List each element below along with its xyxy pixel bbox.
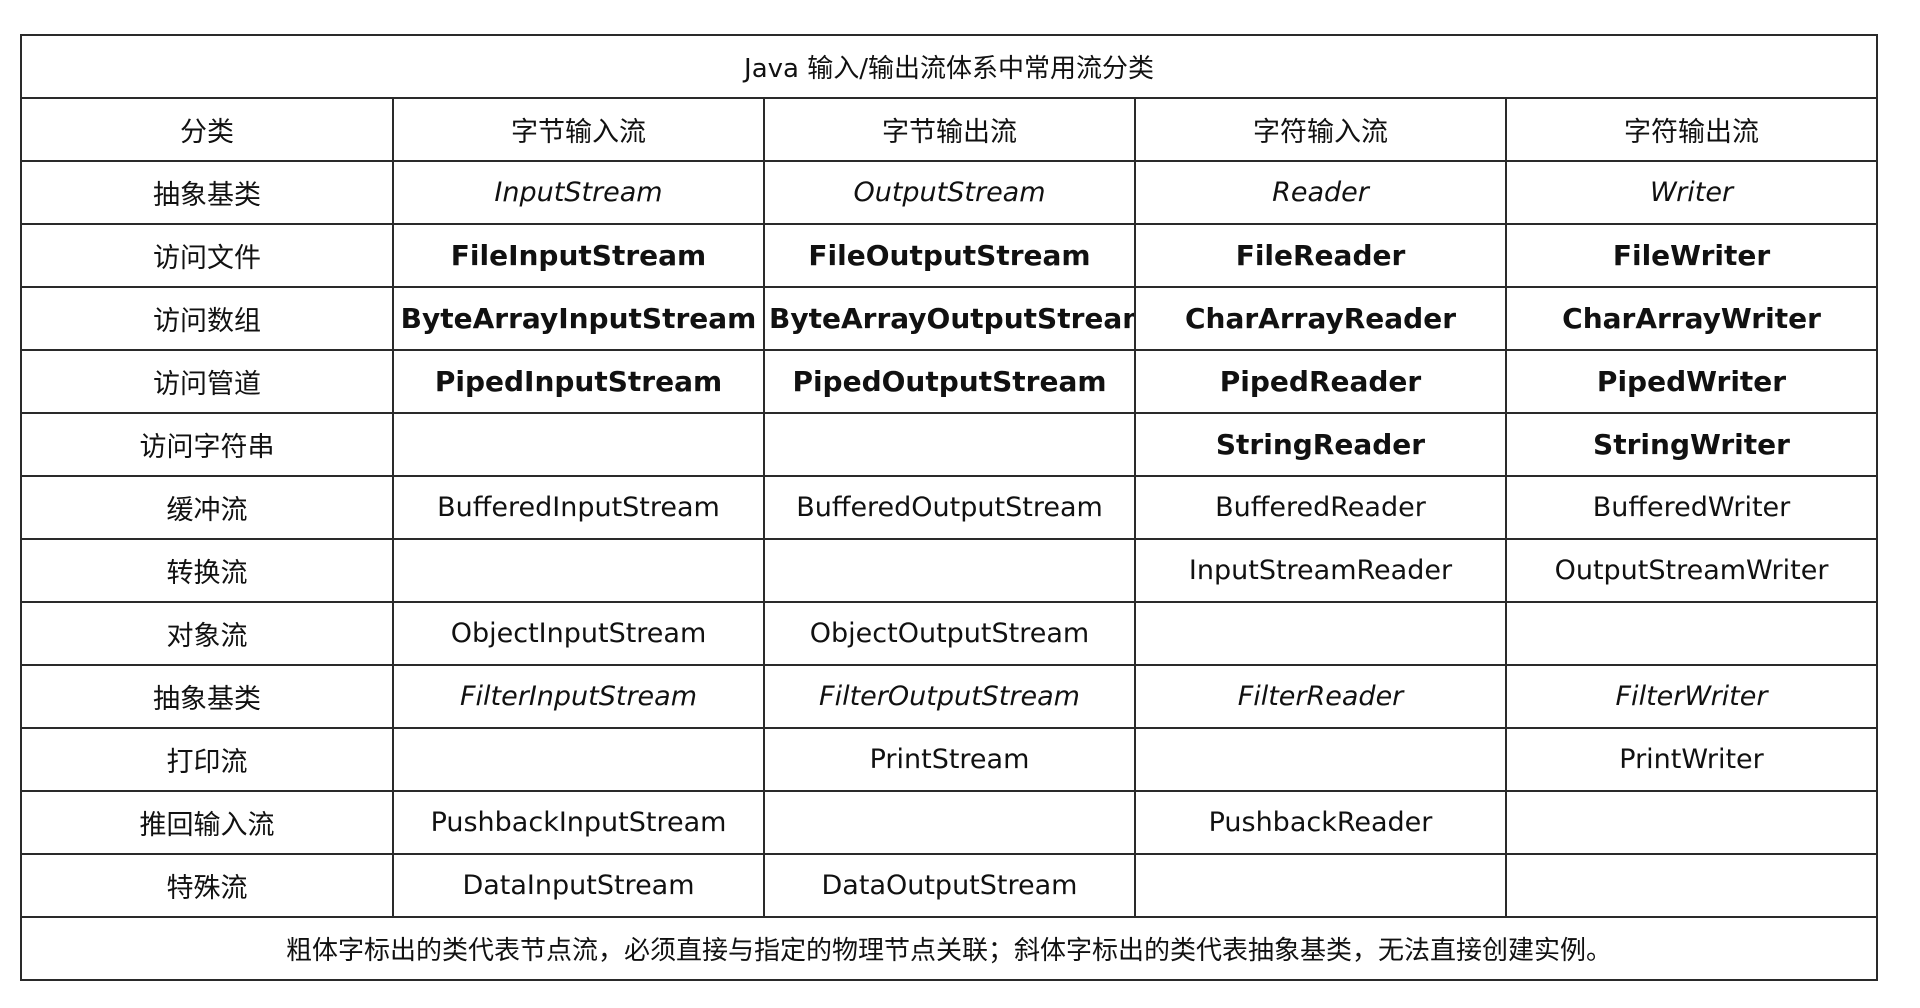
row-category-label: 抽象基类 bbox=[20, 664, 394, 729]
table-row: 访问字符串 StringReader StringWriter bbox=[20, 412, 1879, 477]
byte-output-cell: OutputStream bbox=[763, 160, 1136, 225]
char-input-cell: InputStreamReader bbox=[1134, 538, 1507, 603]
byte-input-cell: InputStream bbox=[392, 160, 765, 225]
byte-input-cell: PushbackInputStream bbox=[392, 790, 765, 855]
char-input-cell: PipedReader bbox=[1134, 349, 1507, 414]
byte-input-cell: FilterInputStream bbox=[392, 664, 765, 729]
char-output-cell: Writer bbox=[1504, 160, 1879, 225]
row-category-label: 缓冲流 bbox=[20, 475, 394, 540]
char-output-cell: FilterWriter bbox=[1504, 664, 1879, 729]
row-category-label: 访问数组 bbox=[20, 286, 394, 351]
char-output-cell: OutputStreamWriter bbox=[1504, 538, 1879, 603]
row-category-label: 访问字符串 bbox=[20, 412, 394, 477]
char-output-cell: FileWriter bbox=[1504, 223, 1879, 288]
char-output-cell: BufferedWriter bbox=[1504, 475, 1879, 540]
char-output-cell bbox=[1504, 790, 1879, 855]
byte-output-cell: FilterOutputStream bbox=[763, 664, 1136, 729]
byte-output-cell bbox=[763, 412, 1136, 477]
table-footnote: 粗体字标出的类代表节点流，必须直接与指定的物理节点关联；斜体字标出的类代表抽象基… bbox=[19, 916, 1879, 981]
header-category: 分类 bbox=[20, 97, 394, 162]
table-row: 对象流 ObjectInputStream ObjectOutputStream bbox=[20, 601, 1879, 666]
table-row: 访问数组 ByteArrayInputStream ByteArrayOutputS… bbox=[20, 286, 1879, 351]
char-input-cell: Reader bbox=[1134, 160, 1507, 225]
row-category-label: 特殊流 bbox=[20, 853, 394, 918]
char-input-cell: FilterReader bbox=[1134, 664, 1507, 729]
byte-input-cell: ObjectInputStream bbox=[392, 601, 765, 666]
char-output-cell: PrintWriter bbox=[1504, 727, 1879, 792]
char-input-cell: BufferedReader bbox=[1134, 475, 1507, 540]
char-input-cell: PushbackReader bbox=[1134, 790, 1507, 855]
char-input-cell bbox=[1134, 853, 1507, 918]
byte-output-cell: DataOutputStream bbox=[763, 853, 1136, 918]
table-row: 打印流 PrintStream PrintWriter bbox=[20, 727, 1879, 792]
table-row: 访问文件 FileInputStream FileOutputStream FileR… bbox=[20, 223, 1879, 288]
byte-input-cell bbox=[392, 727, 765, 792]
byte-output-cell bbox=[763, 790, 1136, 855]
row-category-label: 对象流 bbox=[20, 601, 394, 666]
char-input-cell: StringReader bbox=[1134, 412, 1507, 477]
table-row: 抽象基类 InputStream OutputStream Reader Writer bbox=[20, 160, 1879, 225]
byte-output-cell: BufferedOutputStream bbox=[763, 475, 1136, 540]
byte-output-cell: ByteArrayOutputStream bbox=[763, 286, 1136, 351]
byte-output-cell: PipedOutputStream bbox=[763, 349, 1136, 414]
table-title: Java 输入/输出流体系中常用流分类 bbox=[19, 34, 1879, 99]
byte-output-cell: PrintStream bbox=[763, 727, 1136, 792]
row-category-label: 抽象基类 bbox=[20, 160, 394, 225]
row-category-label: 推回输入流 bbox=[20, 790, 394, 855]
char-input-cell bbox=[1134, 727, 1507, 792]
byte-input-cell bbox=[392, 538, 765, 603]
byte-input-cell: ByteArrayInputStream bbox=[392, 286, 765, 351]
table-row: 推回输入流 PushbackInputStream PushbackReader bbox=[20, 790, 1879, 855]
byte-input-cell: BufferedInputStream bbox=[392, 475, 765, 540]
row-category-label: 打印流 bbox=[20, 727, 394, 792]
table-row: 转换流 InputStreamReader OutputStreamWriter bbox=[20, 538, 1879, 603]
char-input-cell: FileReader bbox=[1134, 223, 1507, 288]
table-row: 抽象基类 FilterInputStream FilterOutputStream F… bbox=[20, 664, 1879, 729]
table-row: 缓冲流 BufferedInputStream BufferedOutputStre… bbox=[20, 475, 1879, 540]
table-row: 访问管道 PipedInputStream PipedOutputStream Pip… bbox=[20, 349, 1879, 414]
byte-output-cell: ObjectOutputStream bbox=[763, 601, 1136, 666]
row-category-label: 转换流 bbox=[20, 538, 394, 603]
java-io-stream-table: Java 输入/输出流体系中常用流分类 分类 字节输入流 字节输出流 字符输入流… bbox=[19, 34, 1879, 981]
header-byte-output: 字节输出流 bbox=[763, 97, 1136, 162]
table-row: 特殊流 DataInputStream DataOutputStream bbox=[20, 853, 1879, 918]
char-output-cell: CharArrayWriter bbox=[1504, 286, 1879, 351]
row-category-label: 访问文件 bbox=[20, 223, 394, 288]
byte-input-cell: PipedInputStream bbox=[392, 349, 765, 414]
byte-input-cell: FileInputStream bbox=[392, 223, 765, 288]
row-category-label: 访问管道 bbox=[20, 349, 394, 414]
header-row: 分类 字节输入流 字节输出流 字符输入流 字符输出流 bbox=[20, 97, 1879, 162]
byte-output-cell bbox=[763, 538, 1136, 603]
header-byte-input: 字节输入流 bbox=[392, 97, 765, 162]
char-input-cell bbox=[1134, 601, 1507, 666]
header-char-input: 字符输入流 bbox=[1134, 97, 1507, 162]
char-output-cell bbox=[1504, 601, 1879, 666]
header-char-output: 字符输出流 bbox=[1504, 97, 1879, 162]
char-input-cell: CharArrayReader bbox=[1134, 286, 1507, 351]
table-body: Java 输入/输出流体系中常用流分类 分类 字节输入流 字节输出流 字符输入流… bbox=[19, 34, 1879, 981]
char-output-cell: StringWriter bbox=[1504, 412, 1879, 477]
byte-input-cell: DataInputStream bbox=[392, 853, 765, 918]
char-output-cell bbox=[1504, 853, 1879, 918]
footnote-row: 粗体字标出的类代表节点流，必须直接与指定的物理节点关联；斜体字标出的类代表抽象基… bbox=[19, 916, 1879, 981]
byte-output-cell: FileOutputStream bbox=[763, 223, 1136, 288]
char-output-cell: PipedWriter bbox=[1504, 349, 1879, 414]
title-row: Java 输入/输出流体系中常用流分类 bbox=[19, 34, 1879, 99]
byte-input-cell bbox=[392, 412, 765, 477]
